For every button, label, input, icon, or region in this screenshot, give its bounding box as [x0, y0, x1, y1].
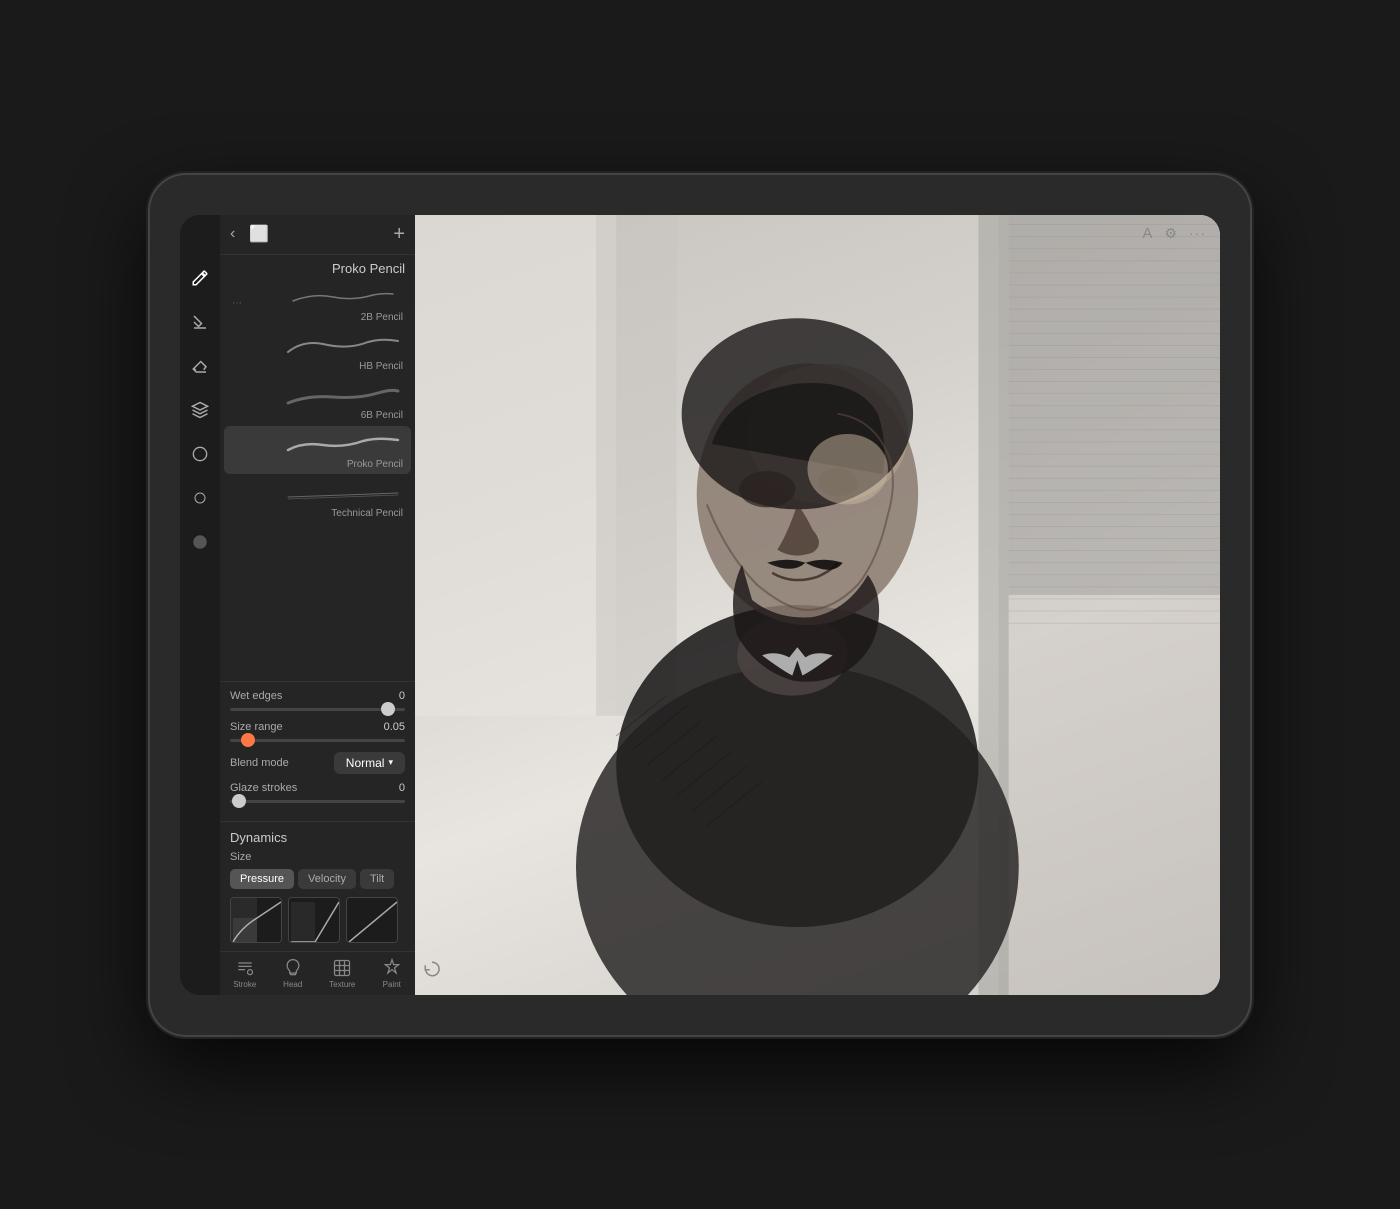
- dynamics-graphs: [230, 897, 405, 943]
- panel-header: ‹ ⬜ +: [220, 215, 415, 255]
- back-button[interactable]: ‹: [230, 225, 235, 243]
- size-range-value: 0.05: [384, 721, 405, 733]
- brush-name-hb: HB Pencil: [359, 361, 403, 372]
- chevron-icon: ▾: [388, 757, 393, 768]
- copy-button[interactable]: ⬜: [249, 224, 269, 244]
- blend-mode-row: Blend mode Normal ▾: [230, 752, 405, 774]
- tablet-screen: ‹ ⬜ + Proko Pencil ···: [180, 215, 1220, 995]
- brush-name-proko: Proko Pencil: [347, 459, 403, 470]
- tab-head-label: Head: [283, 980, 302, 989]
- glaze-strokes-thumb[interactable]: [232, 794, 246, 808]
- brush-stroke-technical: [283, 479, 403, 507]
- brush-stroke-hb: [283, 332, 403, 360]
- text-tool-icon[interactable]: A: [1142, 225, 1152, 242]
- small-circle-tool[interactable]: [187, 485, 213, 511]
- brush-item[interactable]: ··· 2B Pencil: [224, 279, 411, 327]
- brush-list[interactable]: Proko Pencil ··· 2B Pencil: [220, 255, 415, 681]
- dynamics-section: Dynamics Size Pressure Velocity Tilt: [220, 821, 415, 951]
- blend-mode-button[interactable]: Normal ▾: [334, 752, 405, 774]
- wet-edges-slider[interactable]: [230, 708, 405, 711]
- brush-name-2b: 2B Pencil: [361, 312, 403, 323]
- color-dot[interactable]: [187, 529, 213, 555]
- undo-button[interactable]: [423, 960, 441, 983]
- settings-icon[interactable]: ⚙: [1164, 225, 1177, 242]
- brush-name-technical: Technical Pencil: [331, 508, 403, 519]
- brush-item[interactable]: HB Pencil: [224, 328, 411, 376]
- tab-texture-label: Texture: [329, 980, 355, 989]
- canvas-area[interactable]: A ⚙ ···: [415, 215, 1220, 995]
- dynamics-tab-pressure[interactable]: Pressure: [230, 869, 294, 889]
- canvas-top-right: A ⚙ ···: [1142, 225, 1206, 242]
- brush-stroke-6b: [283, 381, 403, 409]
- more-icon: ···: [232, 297, 242, 308]
- smudge-tool[interactable]: [187, 309, 213, 335]
- tab-stroke[interactable]: Stroke: [233, 958, 256, 989]
- dynamics-graph-1[interactable]: [230, 897, 282, 943]
- brush-item[interactable]: 6B Pencil: [224, 377, 411, 425]
- canvas-more-icon[interactable]: ···: [1189, 225, 1206, 241]
- size-range-row: Size range 0.05: [230, 721, 405, 733]
- tab-head[interactable]: Head: [283, 958, 303, 989]
- dynamics-title: Dynamics: [230, 830, 405, 845]
- tab-paint[interactable]: Paint: [382, 958, 402, 989]
- brush-item-selected[interactable]: Proko Pencil: [224, 426, 411, 474]
- glaze-strokes-row: Glaze strokes 0: [230, 782, 405, 794]
- bottom-tabs: Stroke Head Texture: [220, 951, 415, 995]
- tab-texture[interactable]: Texture: [329, 958, 355, 989]
- wet-edges-label: Wet edges: [230, 690, 282, 702]
- brush-item[interactable]: Technical Pencil: [224, 475, 411, 523]
- dynamics-size-label: Size: [230, 851, 405, 863]
- brush-panel: ‹ ⬜ + Proko Pencil ···: [220, 215, 415, 995]
- glaze-strokes-label: Glaze strokes: [230, 782, 297, 794]
- dynamics-graph-2[interactable]: [288, 897, 340, 943]
- brush-stroke-proko: [283, 430, 403, 458]
- brush-stroke-2b: [283, 283, 403, 311]
- tablet-device: ‹ ⬜ + Proko Pencil ···: [150, 175, 1250, 1035]
- dynamics-tab-tilt[interactable]: Tilt: [360, 869, 394, 889]
- eraser-tool[interactable]: [187, 353, 213, 379]
- brush-settings: Wet edges 0 Size range 0.05 Blend mode N…: [220, 681, 415, 821]
- add-brush-button[interactable]: +: [393, 223, 405, 246]
- tab-paint-label: Paint: [383, 980, 401, 989]
- side-toolbar: [180, 215, 220, 995]
- blend-mode-label: Blend mode: [230, 757, 289, 769]
- wet-edges-row: Wet edges 0: [230, 690, 405, 702]
- brush-category-label: Proko Pencil: [220, 255, 415, 278]
- brush-tool[interactable]: [187, 265, 213, 291]
- size-range-label: Size range: [230, 721, 283, 733]
- layers-tool[interactable]: [187, 397, 213, 423]
- glaze-strokes-value: 0: [399, 782, 405, 794]
- header-nav: ‹ ⬜: [230, 224, 269, 244]
- dynamics-tab-velocity[interactable]: Velocity: [298, 869, 356, 889]
- glaze-strokes-slider[interactable]: [230, 800, 405, 803]
- wet-edges-value: 0: [399, 690, 405, 702]
- circle-tool[interactable]: [187, 441, 213, 467]
- dynamics-graph-3[interactable]: [346, 897, 398, 943]
- wet-edges-thumb[interactable]: [381, 702, 395, 716]
- brush-name-6b: 6B Pencil: [361, 410, 403, 421]
- size-range-slider[interactable]: [230, 739, 405, 742]
- size-range-thumb[interactable]: [241, 733, 255, 747]
- dynamics-tabs: Pressure Velocity Tilt: [230, 869, 405, 889]
- tab-stroke-label: Stroke: [233, 980, 256, 989]
- blend-mode-value: Normal: [346, 756, 385, 770]
